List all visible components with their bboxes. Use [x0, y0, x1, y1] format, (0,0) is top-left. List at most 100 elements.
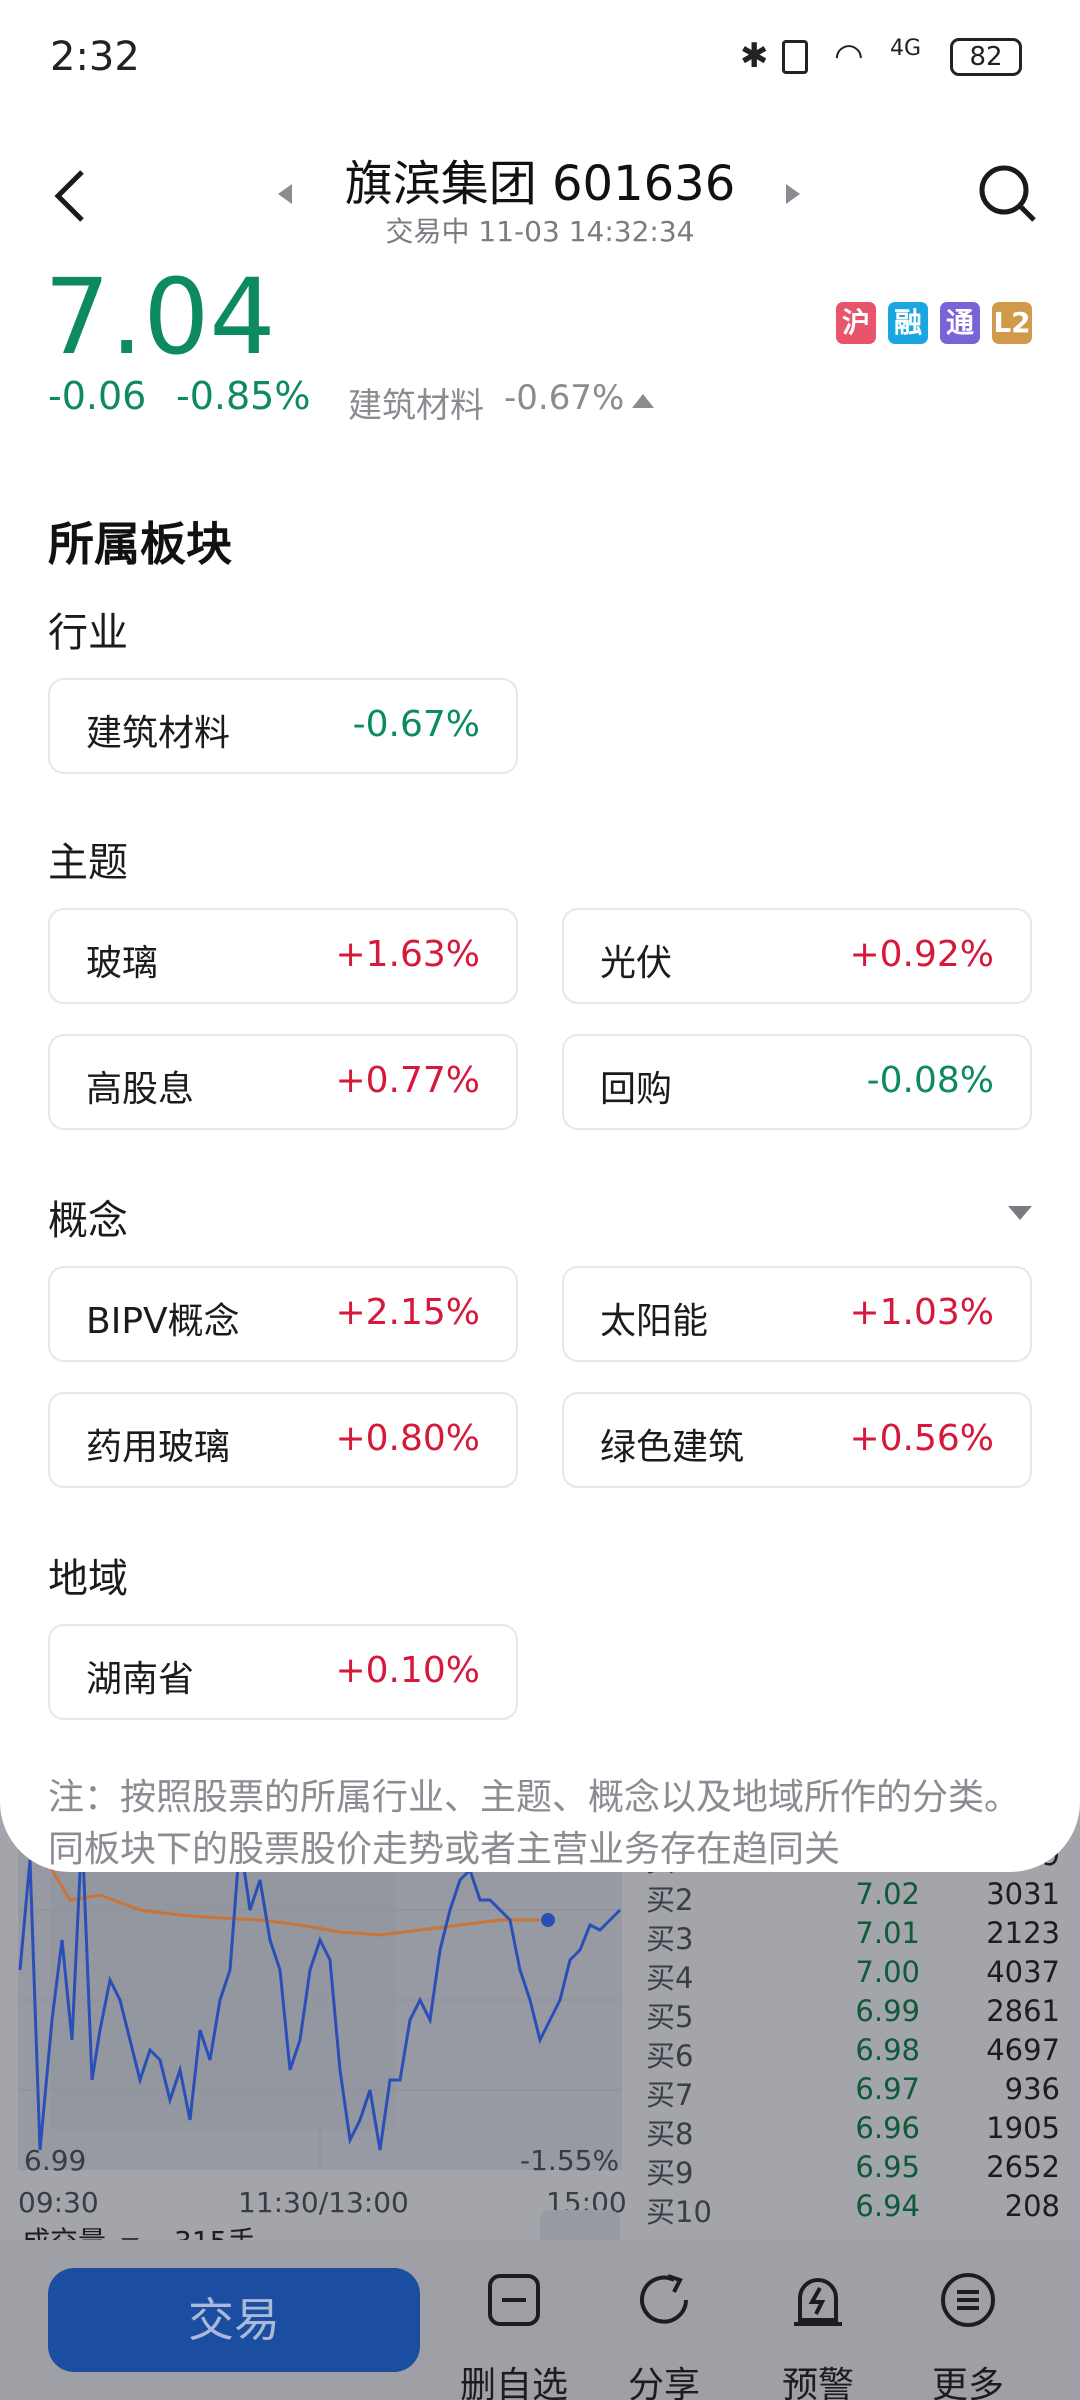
current-price: 7.04: [44, 256, 276, 378]
order-book-price: 6.94: [855, 2189, 920, 2223]
sector-card-name: 光伏: [600, 943, 673, 984]
order-book-row: 买6 6.98 4697: [640, 2033, 1060, 2073]
sector-note: 注：按照股票的所属行业、主题、概念以及地域所作的分类。同板块下的股票股价走势或者…: [48, 1777, 1021, 1870]
sector-card-hunan[interactable]: 湖南省 +0.10%: [48, 1624, 518, 1720]
order-book-label: 买7: [646, 2078, 694, 2112]
order-book-row: 买7 6.97 936: [640, 2072, 1060, 2112]
sector-card-name: 湖南省: [86, 1659, 195, 1700]
order-book-volume: 2123: [986, 1916, 1060, 1950]
order-book-volume: 1905: [986, 2111, 1060, 2145]
order-book-label: 买2: [646, 1883, 694, 1917]
wifi-icon: ◠: [834, 36, 864, 76]
order-book-label: 买5: [646, 2000, 694, 2034]
sector-card-pct: -0.67%: [352, 704, 480, 745]
share-icon: [640, 2274, 688, 2324]
section-theme-title: 主题: [48, 840, 128, 886]
sector-card-name: 太阳能: [600, 1301, 709, 1342]
chart-low-pct: -1.55%: [520, 2144, 619, 2177]
expand-concept-icon[interactable]: [1008, 1206, 1032, 1220]
price-change: -0.06: [48, 374, 147, 418]
alert-label: 预警: [781, 2365, 854, 2400]
sector-card-pct: +1.63%: [335, 934, 480, 975]
order-book-row: 买10 6.94 208: [640, 2189, 1060, 2229]
signal-icon: 4G: [890, 36, 922, 61]
sector-card-pct: +0.10%: [335, 1650, 480, 1691]
sector-card-bipv[interactable]: BIPV概念 +2.15%: [48, 1266, 518, 1362]
order-book-price: 7.02: [855, 1877, 920, 1911]
sector-card-glass[interactable]: 玻璃 +1.63%: [48, 908, 518, 1004]
badge-l2: L2: [992, 302, 1032, 344]
sector-card-name: 玻璃: [86, 943, 159, 984]
badge-connect: 通: [940, 302, 980, 344]
status-icons: ✱ ◠ 4G 82: [740, 36, 1030, 80]
chart-low-label: 6.99: [24, 2144, 86, 2177]
badge-sh: 沪: [836, 302, 876, 344]
sector-card-solar[interactable]: 太阳能 +1.03%: [562, 1266, 1032, 1362]
intraday-chart[interactable]: 6.99 -1.55% 09:30 11:30/13:00 15:00 成交量 …: [0, 1820, 630, 2260]
minus-square-icon: [488, 2274, 540, 2326]
page-title: 所属板块: [48, 517, 232, 571]
section-region-title: 地域: [48, 1556, 128, 1602]
order-book-label: 买10: [646, 2195, 712, 2229]
time-mid: 11:30/13:00: [238, 2186, 409, 2219]
sector-card-pct: +0.56%: [849, 1418, 994, 1459]
sector-card-building-materials[interactable]: 建筑材料 -0.67%: [48, 678, 518, 774]
order-book-price: 6.98: [855, 2033, 920, 2067]
order-book-label: 买9: [646, 2156, 694, 2190]
order-book-volume: 208: [1004, 2189, 1060, 2223]
triangle-up-icon: [632, 394, 654, 408]
battery-icon: 82: [950, 38, 1022, 76]
sector-card-pct: +1.03%: [849, 1292, 994, 1333]
intraday-chart-svg: 6.99 -1.55% 09:30 11:30/13:00 15:00: [18, 1820, 627, 2219]
back-arrow-icon[interactable]: [46, 166, 96, 226]
sector-card-high-dividend[interactable]: 高股息 +0.77%: [48, 1034, 518, 1130]
more-label: 更多: [931, 2365, 1004, 2400]
sector-name[interactable]: 建筑材料: [348, 378, 484, 427]
price-change-pct: -0.85%: [176, 374, 311, 418]
order-book-price: 6.97: [855, 2072, 920, 2106]
sector-card-name: 回购: [600, 1069, 673, 1110]
trade-button[interactable]: 交易: [48, 2268, 420, 2372]
sector-card-name: 药用玻璃: [86, 1427, 231, 1468]
search-icon[interactable]: [976, 162, 1040, 226]
trading-status: 交易中 11-03 14:32:34: [385, 215, 695, 248]
order-book-row: 买8 6.96 1905: [640, 2111, 1060, 2151]
section-concept-title: 概念: [48, 1198, 128, 1244]
status-time: 2:32: [50, 34, 140, 80]
order-book-label: 买4: [646, 1961, 694, 1995]
sector-sheet: 2:32 ✱ ◠ 4G 82 旗滨集团 601636 交易中 11-03 14:…: [0, 0, 1080, 1872]
sector-card-pct: +0.77%: [335, 1060, 480, 1101]
order-book-price: 7.00: [855, 1955, 920, 1989]
badge-margin: 融: [888, 302, 928, 344]
sector-card-buyback[interactable]: 回购 -0.08%: [562, 1034, 1032, 1130]
sector-card-pct: +2.15%: [335, 1292, 480, 1333]
order-book-row: 买3 7.01 2123: [640, 1916, 1060, 1956]
order-book-label: 买6: [646, 2039, 694, 2073]
remove-watchlist-label: 删自选: [459, 2365, 568, 2400]
order-book-volume: 2652: [986, 2150, 1060, 2184]
alert-bell-icon: [794, 2278, 842, 2326]
order-book-price: 6.96: [855, 2111, 920, 2145]
bottom-toolbar: 交易 删自选 分享 预警 更多: [0, 2240, 1080, 2400]
order-book-row: 买9 6.95 2652: [640, 2150, 1060, 2190]
sector-card-name: 高股息: [86, 1069, 195, 1110]
time-start: 09:30: [18, 2186, 99, 2219]
order-book-row: 买5 6.99 2861: [640, 1994, 1060, 2034]
order-book-label: 买3: [646, 1922, 694, 1956]
order-book-volume: 936: [1004, 2072, 1060, 2106]
order-book-volume: 4037: [986, 1955, 1060, 1989]
sector-card-green-building[interactable]: 绿色建筑 +0.56%: [562, 1392, 1032, 1488]
order-book-volume: 2861: [986, 1994, 1060, 2028]
more-menu-icon: [941, 2273, 995, 2327]
order-book-volume: 4697: [986, 2033, 1060, 2067]
order-book-price: 6.95: [855, 2150, 920, 2184]
sector-card-pharma-glass[interactable]: 药用玻璃 +0.80%: [48, 1392, 518, 1488]
sector-card-photovoltaic[interactable]: 光伏 +0.92%: [562, 908, 1032, 1004]
stock-name-code: 旗滨集团 601636: [344, 156, 736, 212]
sector-card-pct: +0.92%: [849, 934, 994, 975]
bluetooth-icon: ✱: [740, 36, 769, 76]
next-stock-arrow[interactable]: [786, 184, 800, 204]
vibrate-icon: [782, 40, 808, 74]
order-book-row: 买4 7.00 4037: [640, 1955, 1060, 1995]
sector-card-name: 绿色建筑: [600, 1427, 745, 1468]
